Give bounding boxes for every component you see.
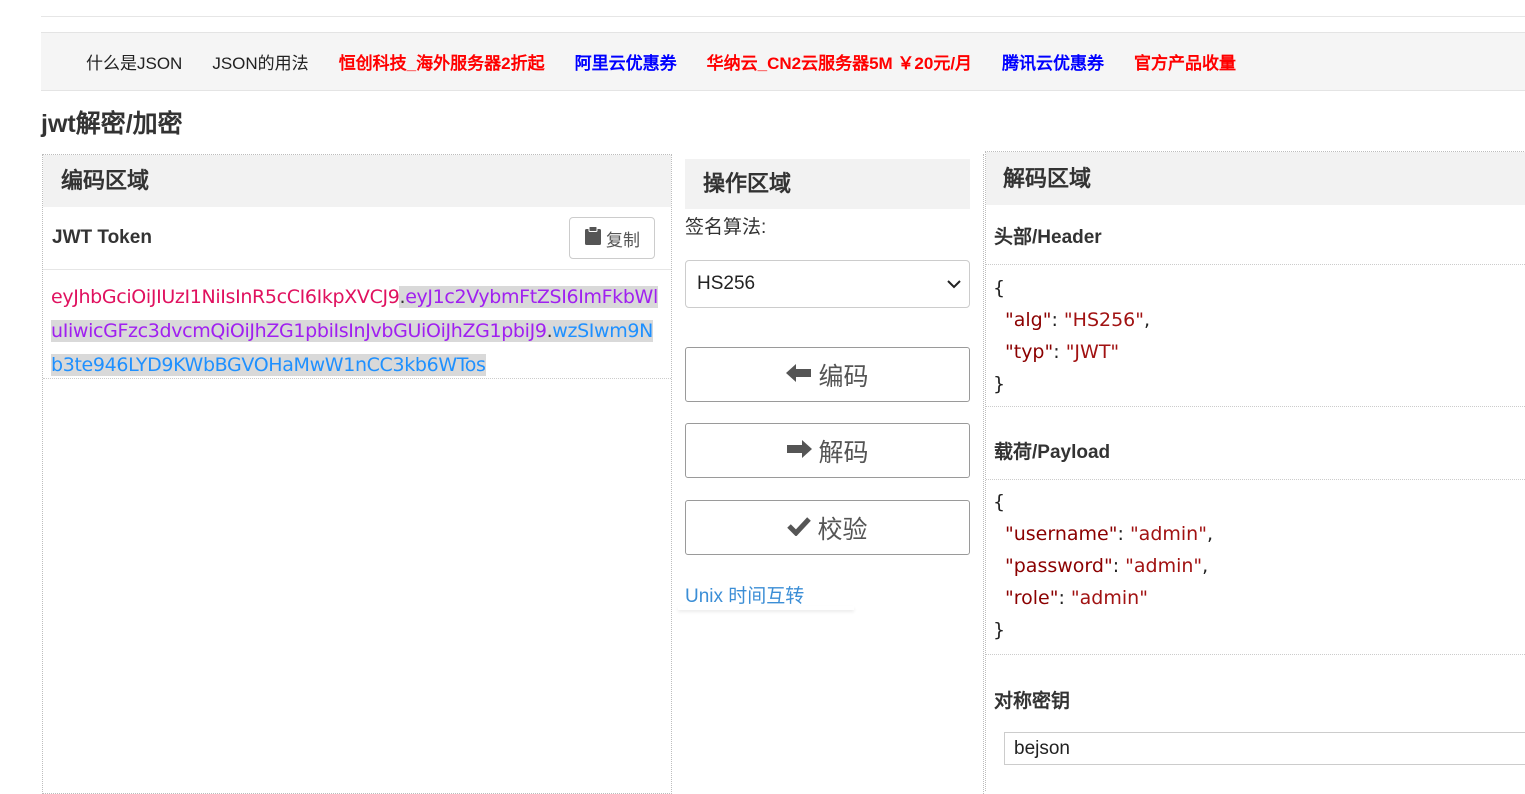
decode-button-label: 解码 xyxy=(818,438,869,467)
clipboard-icon xyxy=(584,225,602,251)
jwt-token-row: JWT Token 复制 xyxy=(43,207,671,270)
payload-section-label: 载荷/Payload xyxy=(994,442,1111,463)
token-header-segment: eyJhbGciOiJIUzI1NiIsInR5cCI6IkpXVCJ9 xyxy=(51,286,400,308)
arrow-right-icon xyxy=(786,435,813,466)
nav-link-what-is-json[interactable]: 什么是JSON xyxy=(86,49,182,74)
json-close-brace: } xyxy=(993,619,1006,641)
encode-panel-title: 编码区域 xyxy=(43,155,671,207)
verify-button[interactable]: 校验 xyxy=(685,500,970,555)
decode-panel-title: 解码区域 xyxy=(986,152,1525,205)
chevron-down-icon xyxy=(947,274,961,294)
operations-panel: 操作区域 签名算法: HS256 编码 解码 校验 Unix 时间互转 xyxy=(672,154,984,794)
jwt-token-text[interactable]: eyJhbGciOiJIUzI1NiIsInR5cCI6IkpXVCJ9.eyJ… xyxy=(51,280,663,382)
encode-button-label: 编码 xyxy=(818,362,869,391)
payload-json-view[interactable]: { "username": "admin", "password": "admi… xyxy=(993,486,1213,646)
checkmark-icon xyxy=(787,512,812,543)
section-divider xyxy=(986,479,1525,481)
header-section-label: 头部/Header xyxy=(994,227,1102,248)
json-open-brace: { xyxy=(993,491,1006,513)
top-nav: 什么是JSON JSON的用法 恒创科技_海外服务器2折起 阿里云优惠券 华纳云… xyxy=(41,32,1525,91)
jwt-token-editor[interactable]: eyJhbGciOiJIUzI1NiIsInR5cCI6IkpXVCJ9.eyJ… xyxy=(43,270,671,379)
jwt-token-label: JWT Token xyxy=(52,227,152,248)
unix-link-divider xyxy=(678,606,854,610)
nav-link-official-products[interactable]: 官方产品收量 xyxy=(1134,49,1236,74)
verify-button-label: 校验 xyxy=(817,515,868,544)
algorithm-selected-value: HS256 xyxy=(697,273,756,294)
json-field-password: "password": "admin", xyxy=(1005,555,1209,577)
json-field-typ: "typ": "JWT" xyxy=(1005,341,1120,363)
page-title: jwt解密/加密 xyxy=(41,110,183,138)
json-close-brace: } xyxy=(993,373,1006,395)
json-field-alg: "alg": "HS256", xyxy=(1005,309,1151,331)
nav-link-ad-tencent[interactable]: 腾讯云优惠券 xyxy=(1002,49,1104,74)
copy-button[interactable]: 复制 xyxy=(569,217,655,259)
arrow-left-icon xyxy=(786,359,812,390)
section-divider xyxy=(986,406,1525,408)
nav-link-ad-hengchuang[interactable]: 恒创科技_海外服务器2折起 xyxy=(339,49,545,74)
secret-key-input[interactable]: bejson xyxy=(1004,732,1525,765)
algorithm-select[interactable]: HS256 xyxy=(685,260,970,308)
json-field-username: "username": "admin", xyxy=(1005,523,1213,545)
nav-link-ad-huanayun[interactable]: 华纳云_CN2云服务器5M ￥20元/月 xyxy=(707,49,972,74)
nav-link-ad-aliyun[interactable]: 阿里云优惠券 xyxy=(575,49,677,74)
copy-button-label: 复制 xyxy=(606,230,640,250)
operations-panel-title: 操作区域 xyxy=(685,159,970,209)
decode-panel: 解码区域 头部/Header { "alg": "HS256", "typ": … xyxy=(985,151,1525,791)
json-field-role: "role": "admin" xyxy=(1005,587,1148,609)
section-divider xyxy=(986,654,1525,656)
top-divider xyxy=(41,16,1525,17)
unix-time-link[interactable]: Unix 时间互转 xyxy=(685,581,804,608)
decode-button[interactable]: 解码 xyxy=(685,423,970,478)
secret-key-label: 对称密钥 xyxy=(994,691,1071,712)
algorithm-label: 签名算法: xyxy=(685,217,767,238)
encode-button[interactable]: 编码 xyxy=(685,347,970,402)
nav-link-json-usage[interactable]: JSON的用法 xyxy=(212,49,308,74)
section-divider xyxy=(986,264,1525,266)
encode-panel: 编码区域 JWT Token 复制 eyJhbGciOiJIUzI1NiIsIn… xyxy=(42,154,672,794)
header-json-view[interactable]: { "alg": "HS256", "typ": "JWT" } xyxy=(993,272,1150,400)
json-open-brace: { xyxy=(993,277,1006,299)
